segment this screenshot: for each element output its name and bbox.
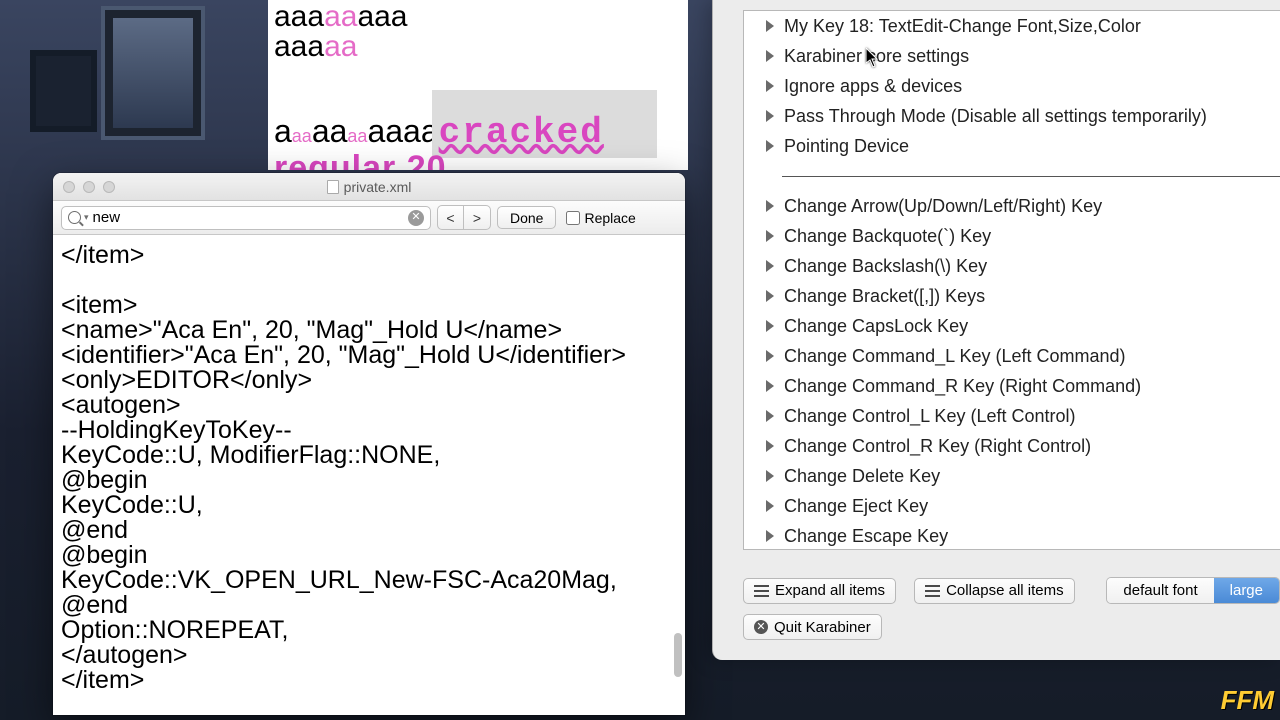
settings-row[interactable]: Change Backquote(`) Key bbox=[744, 221, 1280, 251]
font-sample-regular: regular 20 bbox=[274, 149, 682, 170]
textedit-document: aaaaaaaa aaaaa aaaaaaaaaaacracked regula… bbox=[268, 0, 688, 170]
settings-row[interactable]: Pass Through Mode (Disable all settings … bbox=[744, 101, 1280, 131]
expand-all-button[interactable]: Expand all items bbox=[743, 578, 896, 604]
settings-row-label: Change Arrow(Up/Down/Left/Right) Key bbox=[784, 196, 1102, 217]
disclosure-triangle-icon[interactable] bbox=[766, 350, 774, 362]
settings-row[interactable]: Change CapsLock Key bbox=[744, 311, 1280, 341]
collapse-all-button[interactable]: Collapse all items bbox=[914, 578, 1075, 604]
settings-row[interactable]: Change Eject Key bbox=[744, 491, 1280, 521]
settings-row[interactable]: Pointing Device bbox=[744, 131, 1280, 161]
settings-row-label: Pointing Device bbox=[784, 136, 909, 157]
list-divider bbox=[744, 161, 1280, 191]
disclosure-triangle-icon[interactable] bbox=[766, 380, 774, 392]
expand-all-label: Expand all items bbox=[775, 582, 885, 599]
find-bar: ▾ ✕ < > Done Replace bbox=[53, 201, 685, 235]
settings-row-label: Karabiner core settings bbox=[784, 46, 969, 67]
settings-row[interactable]: Change Command_R Key (Right Command) bbox=[744, 371, 1280, 401]
text-sample-pink: aa bbox=[324, 30, 357, 63]
settings-row-label: Change Command_R Key (Right Command) bbox=[784, 376, 1141, 397]
find-next-button[interactable]: > bbox=[464, 206, 490, 229]
settings-row[interactable]: Change Command_L Key (Left Command) bbox=[744, 341, 1280, 371]
settings-row-label: Change Escape Key bbox=[784, 526, 948, 547]
settings-row[interactable]: Karabiner core settings bbox=[744, 41, 1280, 71]
settings-row[interactable]: Change Control_R Key (Right Control) bbox=[744, 431, 1280, 461]
search-input[interactable] bbox=[93, 209, 408, 226]
settings-row-label: Pass Through Mode (Disable all settings … bbox=[784, 106, 1207, 127]
disclosure-triangle-icon[interactable] bbox=[766, 440, 774, 452]
font-size-segment[interactable]: default font large bbox=[1106, 577, 1280, 604]
settings-row-label: Change Backslash(\) Key bbox=[784, 256, 987, 277]
chevron-down-icon[interactable]: ▾ bbox=[84, 212, 89, 223]
disclosure-triangle-icon[interactable] bbox=[766, 80, 774, 92]
font-sample-cracked: cracked bbox=[439, 112, 604, 153]
disclosure-triangle-icon[interactable] bbox=[766, 230, 774, 242]
text-sample-small: aa bbox=[292, 126, 312, 146]
document-icon bbox=[327, 180, 339, 194]
clear-search-icon[interactable]: ✕ bbox=[408, 210, 424, 226]
settings-list[interactable]: My Key 18: TextEdit-Change Font,Size,Col… bbox=[743, 10, 1280, 550]
settings-row[interactable]: Change Delete Key bbox=[744, 461, 1280, 491]
collapse-all-label: Collapse all items bbox=[946, 582, 1064, 599]
disclosure-triangle-icon[interactable] bbox=[766, 320, 774, 332]
settings-row-label: Change Eject Key bbox=[784, 496, 928, 517]
disclosure-triangle-icon[interactable] bbox=[766, 200, 774, 212]
settings-row[interactable]: Ignore apps & devices bbox=[744, 71, 1280, 101]
disclosure-triangle-icon[interactable] bbox=[766, 470, 774, 482]
find-prev-button[interactable]: < bbox=[438, 206, 464, 229]
replace-checkbox[interactable] bbox=[566, 211, 580, 225]
text-sample: aa bbox=[312, 113, 348, 149]
font-default-option[interactable]: default font bbox=[1107, 578, 1213, 603]
settings-row-label: Change Control_L Key (Left Control) bbox=[784, 406, 1076, 427]
settings-row-label: Change Bracket([,]) Keys bbox=[784, 286, 985, 307]
replace-label: Replace bbox=[584, 210, 635, 226]
text-sample: aaa bbox=[274, 30, 324, 63]
settings-row-label: Change Control_R Key (Right Control) bbox=[784, 436, 1091, 457]
settings-row[interactable]: Change Escape Key bbox=[744, 521, 1280, 550]
disclosure-triangle-icon[interactable] bbox=[766, 500, 774, 512]
text-sample: a bbox=[274, 113, 292, 149]
scrollbar-thumb[interactable] bbox=[674, 633, 682, 677]
disclosure-triangle-icon[interactable] bbox=[766, 290, 774, 302]
done-button[interactable]: Done bbox=[497, 206, 556, 229]
disclosure-triangle-icon[interactable] bbox=[766, 260, 774, 272]
code-editor-content[interactable]: </item> <item> <name>"Aca En", 20, "Mag"… bbox=[53, 235, 685, 715]
document-title: private.xml bbox=[344, 179, 412, 195]
text-sample: aaaa bbox=[367, 113, 438, 149]
watermark: FFM bbox=[1221, 685, 1274, 716]
font-large-option[interactable]: large bbox=[1214, 578, 1279, 603]
quit-karabiner-button[interactable]: ✕ Quit Karabiner bbox=[743, 614, 882, 640]
disclosure-triangle-icon[interactable] bbox=[766, 110, 774, 122]
settings-row[interactable]: Change Control_L Key (Left Control) bbox=[744, 401, 1280, 431]
editor-window: private.xml ▾ ✕ < > Done Replace </item>… bbox=[53, 173, 685, 715]
settings-row[interactable]: Change Bracket([,]) Keys bbox=[744, 281, 1280, 311]
search-input-wrapper[interactable]: ▾ ✕ bbox=[61, 206, 431, 230]
text-sample-pink: aa bbox=[324, 0, 357, 33]
settings-row[interactable]: Change Backslash(\) Key bbox=[744, 251, 1280, 281]
settings-row-label: Change Backquote(`) Key bbox=[784, 226, 991, 247]
disclosure-triangle-icon[interactable] bbox=[766, 20, 774, 32]
settings-row-label: Ignore apps & devices bbox=[784, 76, 962, 97]
list-expand-icon bbox=[754, 585, 769, 597]
karabiner-settings-panel: My Key 18: TextEdit-Change Font,Size,Col… bbox=[712, 0, 1280, 660]
window-titlebar[interactable]: private.xml bbox=[53, 173, 685, 201]
search-icon bbox=[68, 211, 81, 224]
text-sample-small: aa bbox=[347, 126, 367, 146]
disclosure-triangle-icon[interactable] bbox=[766, 530, 774, 542]
settings-row[interactable]: Change Arrow(Up/Down/Left/Right) Key bbox=[744, 191, 1280, 221]
text-sample: aaa bbox=[274, 0, 324, 33]
close-icon: ✕ bbox=[754, 620, 768, 634]
text-sample: aaa bbox=[357, 0, 407, 33]
disclosure-triangle-icon[interactable] bbox=[766, 140, 774, 152]
list-collapse-icon bbox=[925, 585, 940, 597]
disclosure-triangle-icon[interactable] bbox=[766, 410, 774, 422]
disclosure-triangle-icon[interactable] bbox=[766, 50, 774, 62]
settings-row-label: My Key 18: TextEdit-Change Font,Size,Col… bbox=[784, 16, 1141, 37]
settings-row-label: Change CapsLock Key bbox=[784, 316, 968, 337]
find-nav-segment: < > bbox=[437, 205, 491, 230]
settings-row[interactable]: My Key 18: TextEdit-Change Font,Size,Col… bbox=[744, 11, 1280, 41]
replace-toggle[interactable]: Replace bbox=[566, 210, 635, 226]
settings-row-label: Change Command_L Key (Left Command) bbox=[784, 346, 1126, 367]
settings-row-label: Change Delete Key bbox=[784, 466, 940, 487]
quit-label: Quit Karabiner bbox=[774, 619, 871, 636]
